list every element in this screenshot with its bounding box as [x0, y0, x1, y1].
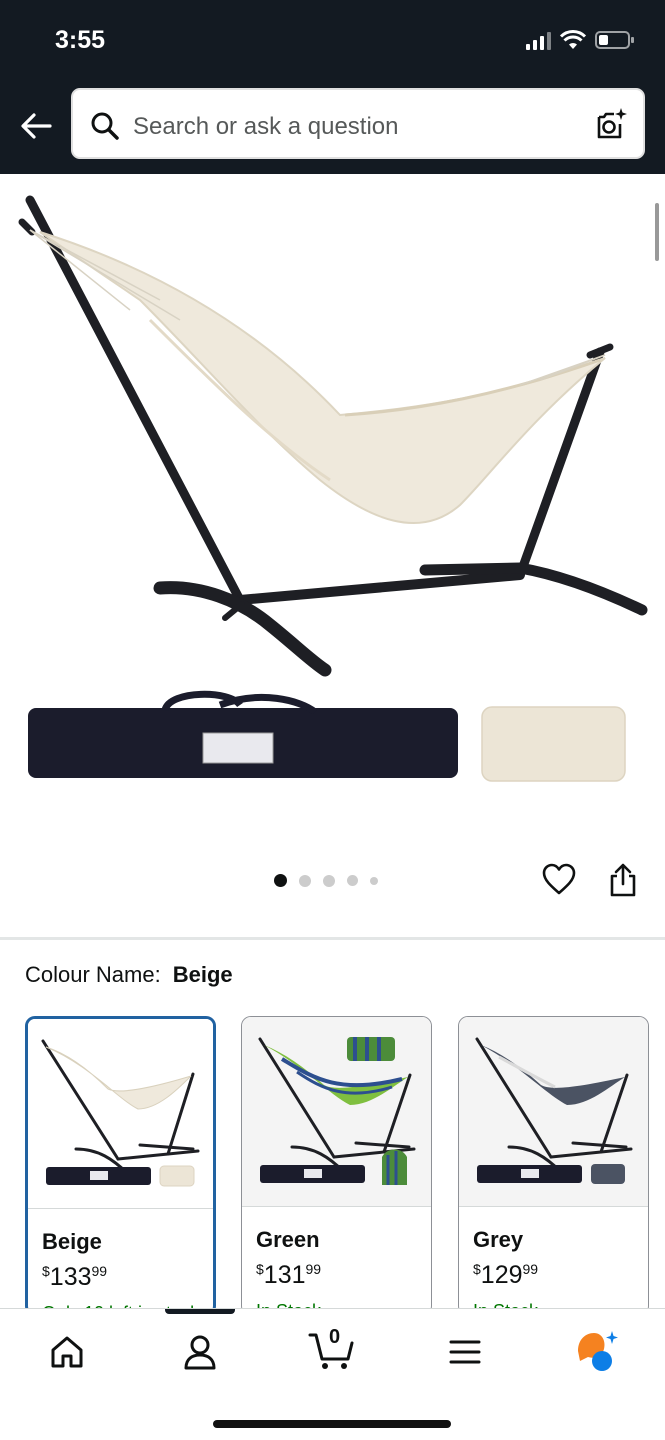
rufus-icon[interactable]: [574, 1329, 620, 1373]
cart-button[interactable]: 0: [308, 1325, 356, 1373]
colour-option-price: $13199: [256, 1261, 322, 1289]
pagination-dot-active[interactable]: [274, 874, 287, 887]
bottom-navigation: 0: [0, 1308, 665, 1440]
gallery-pagination[interactable]: [274, 874, 378, 887]
pagination-dot[interactable]: [347, 875, 358, 886]
pagination-dot[interactable]: [323, 874, 335, 887]
account-icon[interactable]: [182, 1333, 218, 1371]
search-icon: [91, 112, 119, 140]
colour-option-grey[interactable]: Grey $12999 In Stock: [458, 1016, 649, 1316]
pagination-dot[interactable]: [370, 876, 378, 885]
battery-icon: [595, 31, 634, 49]
section-divider: [0, 937, 665, 940]
colour-option-name: Grey: [473, 1227, 524, 1252]
colour-name-row: Colour Name: Beige: [25, 962, 233, 988]
cart-count: 0: [329, 1326, 341, 1348]
colour-selected-value: Beige: [172, 962, 233, 987]
pagination-dot[interactable]: [299, 874, 311, 887]
colour-option-name: Green: [256, 1227, 320, 1252]
colour-option-green[interactable]: Green $13199 In Stock: [241, 1016, 432, 1316]
share-icon[interactable]: [607, 862, 639, 898]
camera-search-icon[interactable]: [593, 107, 629, 143]
app-header: 3:55 Search or ask a question: [0, 0, 665, 174]
hammock-product-image[interactable]: [0, 174, 665, 814]
status-time: 3:55: [55, 26, 106, 54]
back-arrow-icon[interactable]: [18, 108, 54, 144]
cellular-signal-icon: [526, 32, 551, 50]
menu-icon[interactable]: [448, 1333, 482, 1371]
wifi-icon: [560, 30, 586, 49]
gallery-scrollbar[interactable]: [655, 203, 659, 261]
colour-option-name: Beige: [42, 1229, 102, 1254]
search-placeholder: Search or ask a question: [133, 113, 399, 140]
colour-label: Colour Name:: [25, 962, 161, 987]
colour-option-image: [459, 1017, 648, 1207]
colour-option-image: [28, 1019, 213, 1209]
home-indicator: [213, 1420, 451, 1428]
colour-option-beige[interactable]: Beige $13399 Only 10 left in stock: [25, 1016, 216, 1316]
product-image-gallery[interactable]: [0, 174, 665, 939]
search-bar[interactable]: Search or ask a question: [71, 88, 645, 159]
colour-option-price: $13399: [42, 1263, 108, 1291]
heart-icon[interactable]: [541, 862, 577, 896]
active-tab-indicator: [165, 1309, 235, 1314]
colour-option-price: $12999: [473, 1261, 539, 1289]
status-icons: [526, 30, 635, 50]
home-icon[interactable]: [48, 1333, 86, 1371]
colour-option-image: [242, 1017, 431, 1207]
